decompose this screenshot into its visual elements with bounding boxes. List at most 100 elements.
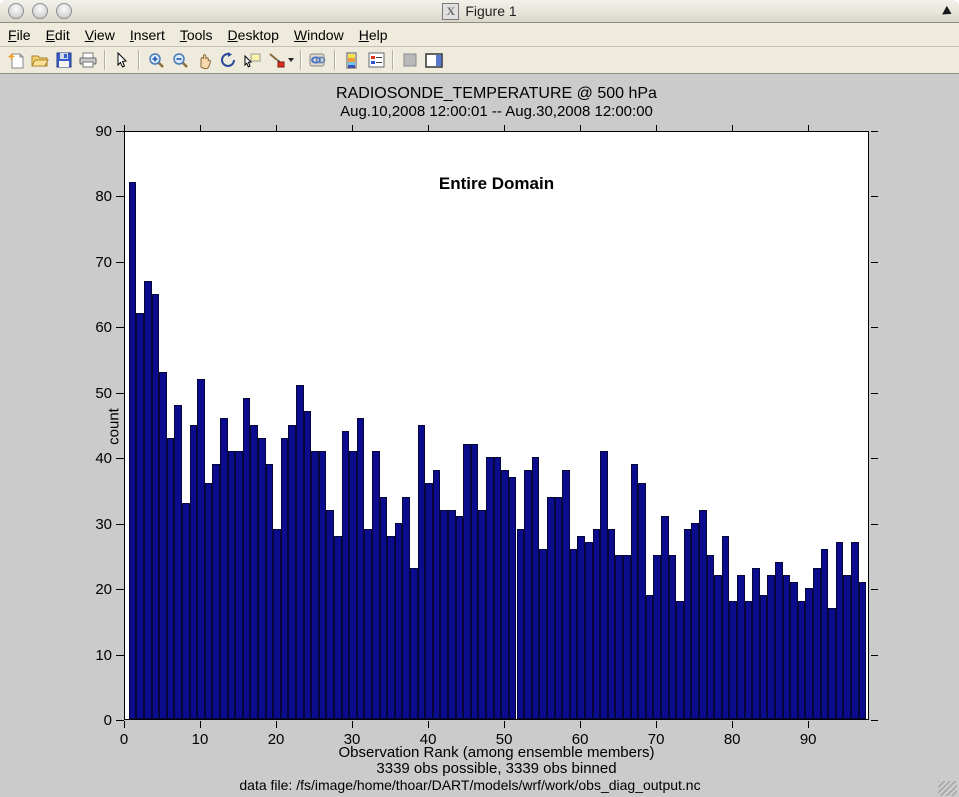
- bar-rank-33: [372, 451, 380, 719]
- menu-desktop[interactable]: Desktop: [228, 27, 279, 43]
- x-tick-label: 70: [636, 731, 676, 748]
- x-tick: [276, 721, 277, 728]
- y-tick-right: [871, 524, 878, 525]
- x-tick: [352, 721, 353, 728]
- edit-plot-icon[interactable]: [111, 49, 133, 71]
- menu-file[interactable]: File: [8, 27, 31, 43]
- bar-rank-37: [402, 497, 410, 720]
- bar-rank-13: [220, 418, 228, 719]
- bar-rank-43: [448, 510, 456, 719]
- toolbar-separator: [138, 50, 140, 70]
- bar-rank-45: [463, 444, 471, 719]
- bar-rank-27: [326, 510, 334, 719]
- toolbar-separator: [334, 50, 336, 70]
- insert-colorbar-icon[interactable]: [341, 49, 363, 71]
- open-file-icon[interactable]: [29, 49, 51, 71]
- bar-rank-5: [159, 372, 167, 719]
- x-tick: [656, 721, 657, 728]
- rotate-3d-icon[interactable]: [217, 49, 239, 71]
- menu-help[interactable]: Help: [359, 27, 388, 43]
- y-axis-label: count: [106, 397, 123, 457]
- insert-legend-icon[interactable]: [365, 49, 387, 71]
- bar-rank-50: [501, 470, 509, 719]
- y-tick-right: [871, 131, 878, 132]
- pan-icon[interactable]: [193, 49, 215, 71]
- bar-rank-91: [813, 568, 821, 719]
- x-tick-top: [732, 125, 733, 131]
- x-tick-top: [124, 125, 125, 131]
- x-tick-top: [276, 125, 277, 131]
- bar-rank-65: [615, 555, 623, 719]
- bar-rank-74: [684, 529, 692, 719]
- data-cursor-icon[interactable]: [241, 49, 263, 71]
- bar-rank-17: [250, 425, 258, 720]
- menu-bar: File Edit View Insert Tools Desktop Window Help: [0, 23, 959, 47]
- bar-rank-66: [623, 555, 631, 719]
- save-figure-icon[interactable]: [53, 49, 75, 71]
- y-tick-label: 80: [72, 188, 112, 205]
- bar-rank-81: [737, 575, 745, 719]
- bar-rank-26: [319, 451, 327, 719]
- y-tick-right: [871, 327, 878, 328]
- hide-plot-tools-icon[interactable]: [399, 49, 421, 71]
- bar-rank-39: [418, 425, 426, 720]
- bar-rank-9: [190, 425, 198, 720]
- y-tick-right: [871, 589, 878, 590]
- bar-rank-25: [311, 451, 319, 719]
- zoom-out-icon[interactable]: [169, 49, 191, 71]
- y-tick-label: 70: [72, 254, 112, 271]
- plot-annotation: Entire Domain: [124, 174, 869, 194]
- x-tick-label: 90: [788, 731, 828, 748]
- x-tick: [808, 721, 809, 728]
- bar-rank-44: [456, 516, 464, 719]
- bar-rank-79: [722, 536, 730, 719]
- x-tick: [732, 721, 733, 728]
- plot-subtitle: Aug.10,2008 12:00:01 -- Aug.30,2008 12:0…: [124, 103, 869, 120]
- x-tick-top: [352, 125, 353, 131]
- link-plot-icon[interactable]: [307, 49, 329, 71]
- brush-dropdown-arrow[interactable]: [288, 58, 294, 62]
- x-tick-top: [656, 125, 657, 131]
- x-tick-top: [428, 125, 429, 131]
- bar-rank-3: [144, 281, 152, 719]
- bar-rank-41: [433, 470, 441, 719]
- bar-rank-4: [152, 294, 160, 719]
- menu-edit[interactable]: Edit: [46, 27, 70, 43]
- y-tick: [116, 655, 124, 656]
- y-tick-label: 90: [72, 123, 112, 140]
- x-tick: [580, 721, 581, 728]
- bar-rank-84: [760, 595, 768, 719]
- bar-rank-62: [593, 529, 601, 719]
- print-figure-icon[interactable]: [77, 49, 99, 71]
- toolbar-separator: [300, 50, 302, 70]
- y-tick: [116, 131, 124, 132]
- zoom-in-icon[interactable]: [145, 49, 167, 71]
- menu-insert[interactable]: Insert: [130, 27, 165, 43]
- y-tick: [116, 196, 124, 197]
- bar-rank-28: [334, 536, 342, 719]
- menu-window[interactable]: Window: [294, 27, 344, 43]
- bar-rank-32: [364, 529, 372, 719]
- brush-data-icon[interactable]: [265, 49, 287, 71]
- bar-rank-54: [532, 457, 540, 719]
- bar-rank-7: [174, 405, 182, 719]
- bar-rank-87: [783, 575, 791, 719]
- new-figure-icon[interactable]: [5, 49, 27, 71]
- x-axis-sublabel: 3339 obs possible, 3339 obs binned: [124, 760, 869, 777]
- title-bar[interactable]: X Figure 1: [0, 0, 959, 23]
- bar-rank-94: [836, 542, 844, 719]
- window-resize-grip[interactable]: [938, 781, 957, 796]
- show-plot-tools-icon[interactable]: [423, 49, 445, 71]
- bar-rank-59: [570, 549, 578, 719]
- bar-rank-30: [349, 451, 357, 719]
- bar-rank-14: [228, 451, 236, 719]
- data-file-path: data file: /fs/image/home/thoar/DART/mod…: [0, 777, 940, 793]
- y-tick-right: [871, 393, 878, 394]
- menu-tools[interactable]: Tools: [180, 27, 213, 43]
- bar-rank-10: [197, 379, 205, 719]
- bar-rank-49: [494, 457, 502, 719]
- menu-view[interactable]: View: [85, 27, 115, 43]
- y-tick: [116, 262, 124, 263]
- bar-rank-36: [395, 523, 403, 719]
- bar-rank-31: [357, 418, 365, 719]
